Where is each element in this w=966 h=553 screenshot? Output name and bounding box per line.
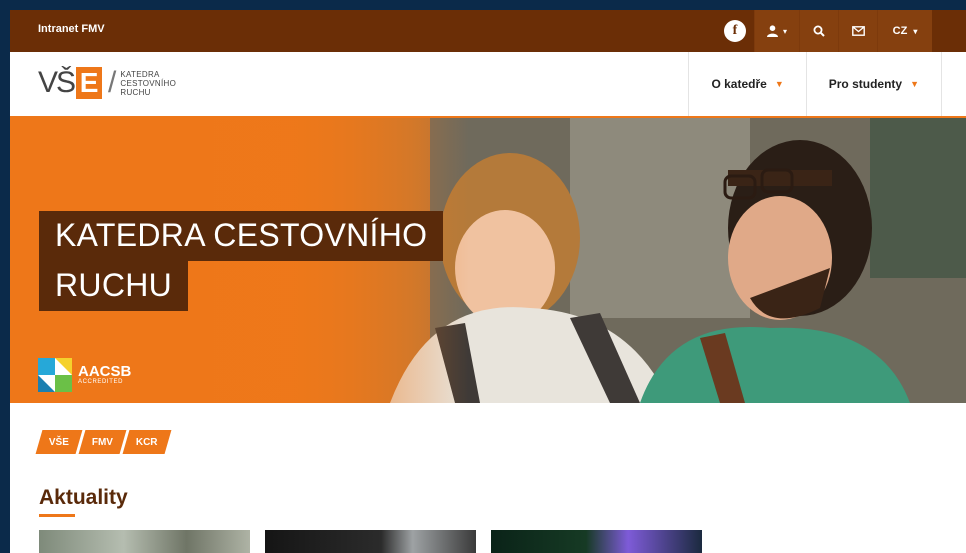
news-thumbnail[interactable] [265, 530, 476, 553]
browser-viewport: Intranet FMV f ▾ CZ ▾ VŠ E / KATEDRA CES… [10, 10, 966, 553]
hero-title-line1: KATEDRA CESTOVNÍHO [39, 211, 444, 261]
logo-vs-mark: VŠ [38, 66, 76, 99]
language-selector[interactable]: CZ ▾ [877, 10, 932, 52]
nav-item-label: Pro studenty [828, 77, 903, 91]
logo-slash: / [108, 66, 117, 99]
facebook-icon: f [724, 20, 746, 42]
aacsb-badge: AACSB ACCREDITED [38, 358, 131, 392]
user-menu-button[interactable]: ▾ [754, 10, 799, 52]
hero-title-line2: RUCHU [39, 261, 189, 311]
chevron-down-icon: ▼ [774, 79, 784, 89]
top-bar: Intranet FMV f ▾ CZ ▾ [10, 10, 966, 52]
breadcrumb-item-fmv[interactable]: FMV [78, 430, 127, 454]
chevron-down-icon: ▾ [782, 26, 787, 36]
site-logo[interactable]: VŠ E / KATEDRA CESTOVNÍHO RUCHU [38, 66, 176, 100]
breadcrumb-item-kcr[interactable]: KCR [122, 430, 172, 454]
site-header: VŠ E / KATEDRA CESTOVNÍHO RUCHU O katedř… [10, 52, 966, 118]
breadcrumb-label: VŠE [49, 436, 70, 448]
aacsb-text: AACSB ACCREDITED [78, 363, 132, 385]
chevron-down-icon: ▾ [913, 26, 918, 36]
aacsb-main: AACSB [78, 363, 132, 380]
breadcrumb: VŠE FMV KCR [35, 430, 172, 454]
nav-item-pro-studenty[interactable]: Pro studenty ▼ [805, 52, 942, 116]
news-thumbnail[interactable] [491, 530, 702, 553]
breadcrumb-label: FMV [92, 436, 114, 448]
aacsb-logo-icon [38, 358, 72, 392]
user-icon [766, 25, 778, 37]
search-icon [813, 25, 825, 37]
hero-title: KATEDRA CESTOVNÍHO RUCHU [39, 211, 444, 311]
news-section-title: Aktuality [39, 486, 128, 509]
section-title-underline [39, 514, 75, 517]
logo-department-name: KATEDRA CESTOVNÍHO RUCHU [120, 70, 176, 97]
chevron-down-icon: ▼ [910, 79, 919, 89]
logo-e-mark: E [76, 67, 103, 99]
top-icons: f ▾ CZ ▾ [716, 10, 932, 52]
nav-item-o-katedre[interactable]: O katedře ▼ [688, 52, 805, 116]
mail-button[interactable] [838, 10, 877, 52]
hero-banner: KATEDRA CESTOVNÍHO RUCHU AACSB ACCREDITE… [10, 118, 966, 403]
breadcrumb-label: KCR [136, 436, 158, 448]
search-button[interactable] [799, 10, 838, 52]
main-nav: O katedře ▼ Pro studenty ▼ [688, 52, 942, 116]
logo-line1: KATEDRA [120, 69, 160, 79]
logo-line2: CESTOVNÍHO [120, 78, 177, 88]
logo-line3: RUCHU [120, 87, 151, 97]
news-thumbnail[interactable] [39, 530, 250, 553]
nav-item-label: O katedře [711, 77, 767, 91]
intranet-link[interactable]: Intranet FMV [38, 23, 105, 35]
facebook-button[interactable]: f [716, 10, 754, 52]
breadcrumb-item-vse[interactable]: VŠE [35, 430, 83, 454]
language-label: CZ [892, 25, 908, 37]
mail-icon [851, 26, 865, 36]
